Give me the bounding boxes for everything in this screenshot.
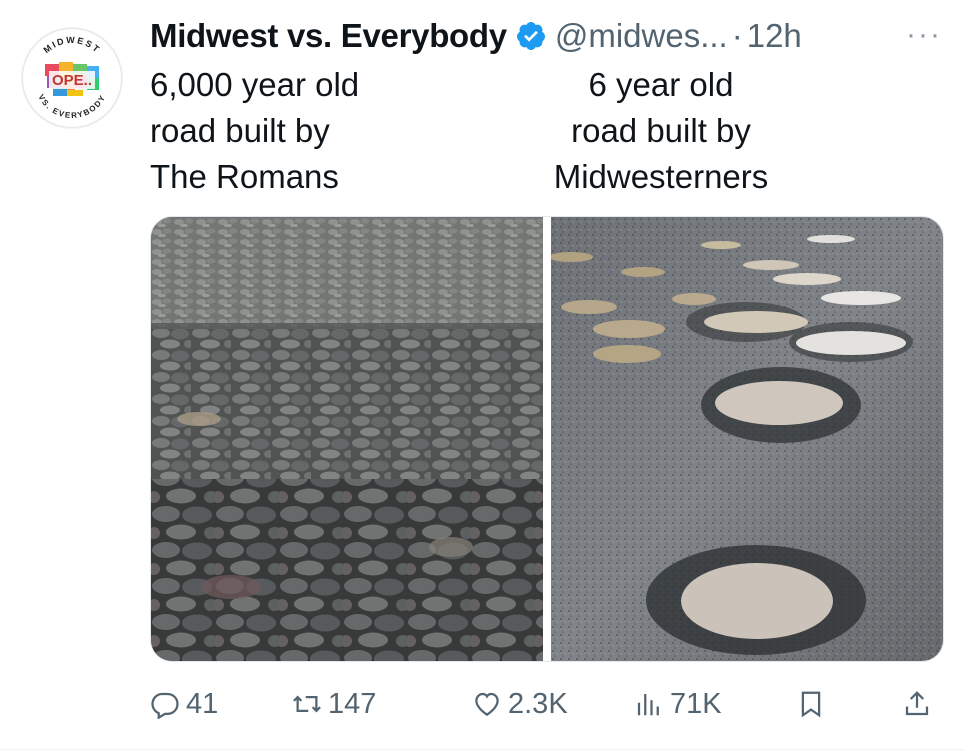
bookmark-icon	[801, 691, 821, 718]
view-count: 71K	[670, 687, 722, 720]
reply-button[interactable]: 41	[150, 682, 218, 726]
author-name[interactable]: Midwest vs. Everybody	[150, 17, 507, 55]
verified-badge-icon[interactable]	[515, 20, 547, 52]
like-button[interactable]: 2.3K	[472, 682, 568, 726]
like-count: 2.3K	[508, 687, 568, 720]
photo-divider	[543, 217, 551, 661]
author-handle[interactable]: @midwes...	[555, 17, 728, 55]
svg-text:VS. EVERYBODY: VS. EVERYBODY	[36, 93, 107, 120]
caption-left-line: The Romans	[150, 158, 339, 195]
avatar-top-text: MIDWEST	[41, 35, 100, 55]
midwest-logo: MIDWEST VS. EVERYBODY OPE..	[36, 35, 107, 120]
caption-left: 6,000 year old road built by The Romans	[150, 62, 359, 200]
share-icon	[905, 691, 929, 716]
potholed-road-photo[interactable]	[551, 217, 943, 661]
caption-right: 6 year old road built by Midwesterners	[536, 62, 786, 200]
views-chart-icon	[637, 694, 659, 716]
timestamp[interactable]: 12h	[747, 17, 802, 55]
reply-count: 41	[186, 687, 219, 720]
bookmark-button[interactable]	[796, 682, 832, 726]
repost-count: 147	[328, 687, 377, 720]
views-button[interactable]: 71K	[634, 682, 722, 726]
tweet-header: Midwest vs. Everybody @midwes... · 12h ·…	[150, 12, 944, 60]
action-bar: 41 147 2.3K 71K	[150, 682, 942, 726]
heart-icon	[475, 692, 499, 716]
caption-left-line: 6,000 year old	[150, 66, 360, 103]
cobblestone-road-photo[interactable]	[151, 217, 543, 661]
more-options-icon[interactable]: ···	[906, 18, 942, 52]
avatar[interactable]: MIDWEST VS. EVERYBODY OPE..	[22, 28, 122, 128]
caption-right-line: 6 year old	[588, 66, 734, 103]
caption-right-line: road built by	[571, 112, 751, 149]
repost-icon	[293, 695, 321, 713]
caption-left-line: road built by	[150, 112, 330, 149]
caption-right-line: Midwesterners	[553, 158, 769, 195]
share-button[interactable]	[902, 682, 938, 726]
avatar-bottom-text: VS. EVERYBODY	[36, 93, 106, 120]
avatar-center-text: OPE..	[52, 72, 92, 89]
repost-button[interactable]: 147	[292, 682, 376, 726]
svg-text:MIDWEST: MIDWEST	[41, 35, 102, 55]
reply-icon	[151, 692, 179, 719]
tweet-media[interactable]	[150, 216, 944, 662]
separator-dot: ·	[731, 17, 743, 54]
